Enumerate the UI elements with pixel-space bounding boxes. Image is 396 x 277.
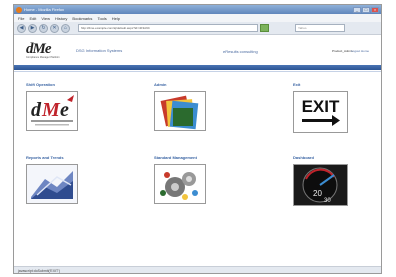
people-gears-icon[interactable] bbox=[154, 164, 206, 204]
go-button[interactable] bbox=[260, 24, 269, 32]
company-name: DSG Information Systems bbox=[76, 47, 123, 53]
menu-tools[interactable]: Tools bbox=[97, 16, 106, 21]
tile-standard-management[interactable]: Standard Management bbox=[154, 155, 214, 204]
forward-icon[interactable]: ▶ bbox=[28, 23, 37, 33]
firefox-icon bbox=[16, 6, 22, 13]
tile-label: Reports and Trends bbox=[26, 155, 64, 160]
window-title: Home - Mozilla Firefox bbox=[24, 7, 65, 12]
menu-bookmarks[interactable]: Bookmarks bbox=[72, 16, 92, 21]
menu-help[interactable]: Help bbox=[112, 16, 120, 21]
browser-window: Home - Mozilla Firefox _ □ × File Edit V… bbox=[13, 4, 382, 274]
tile-label: Standard Management bbox=[154, 155, 197, 160]
chart-icon[interactable] bbox=[26, 164, 78, 204]
tile-label: Shift Operation bbox=[26, 82, 55, 87]
back-icon[interactable]: ◀ bbox=[17, 23, 26, 33]
header-divider bbox=[14, 65, 381, 70]
speedometer-icon[interactable]: 20 30 bbox=[293, 164, 348, 206]
tile-label: Exit bbox=[293, 82, 301, 87]
search-input[interactable]: Yahoo bbox=[295, 24, 345, 32]
menu-bar: File Edit View History Bookmarks Tools H… bbox=[14, 14, 381, 22]
maximize-button[interactable]: □ bbox=[362, 6, 370, 13]
user-name: Product_Admin bbox=[332, 49, 353, 53]
menu-edit[interactable]: Edit bbox=[29, 16, 36, 21]
tile-label: Admin bbox=[154, 82, 167, 87]
slogan: eResults consulting bbox=[223, 49, 258, 54]
home-icon[interactable]: ⌂ bbox=[61, 23, 70, 33]
page-content: dMe Compliance Manager Platform DSG Info… bbox=[14, 35, 381, 266]
module-grid: Shift Operation d M e Admin Exit EXIT Re… bbox=[14, 72, 381, 252]
dme-logo-icon[interactable]: d M e bbox=[26, 91, 78, 131]
app-logo[interactable]: dMe Compliance Manager Platform bbox=[26, 40, 64, 59]
logo-mark: dMe bbox=[26, 40, 52, 57]
tile-label: Dashboard bbox=[293, 155, 314, 160]
header-links[interactable]: Logout Home bbox=[351, 49, 369, 53]
reload-icon[interactable]: ↻ bbox=[39, 23, 48, 33]
menu-view[interactable]: View bbox=[41, 16, 50, 21]
stop-icon[interactable]: ✕ bbox=[50, 23, 59, 33]
tile-shift-operation[interactable]: Shift Operation d M e bbox=[26, 82, 86, 131]
logo-tagline: Compliance Manager Platform bbox=[26, 55, 60, 59]
tile-dashboard[interactable]: Dashboard 20 30 bbox=[293, 155, 353, 206]
status-bar: javascript:doSubmit('EXIT') bbox=[14, 266, 381, 273]
close-button[interactable]: × bbox=[371, 6, 379, 13]
menu-file[interactable]: File bbox=[18, 16, 24, 21]
nav-toolbar: ◀ ▶ ↻ ✕ ⌂ http://dme.example.com/iq/defa… bbox=[14, 22, 381, 35]
svg-text:e: e bbox=[60, 99, 69, 121]
exit-text: EXIT bbox=[302, 97, 340, 116]
minimize-button[interactable]: _ bbox=[353, 6, 361, 13]
app-header: dMe Compliance Manager Platform DSG Info… bbox=[14, 35, 381, 65]
exit-sign-icon[interactable]: EXIT bbox=[293, 91, 348, 133]
tile-exit[interactable]: Exit EXIT bbox=[293, 82, 353, 133]
tile-reports-and-trends[interactable]: Reports and Trends bbox=[26, 155, 86, 204]
svg-text:M: M bbox=[41, 99, 61, 121]
title-bar: Home - Mozilla Firefox _ □ × bbox=[14, 5, 381, 14]
address-bar[interactable]: http://dme.example.com/iq/default.aspx?i… bbox=[78, 24, 258, 32]
svg-text:d: d bbox=[31, 99, 42, 121]
menu-history[interactable]: History bbox=[55, 16, 67, 21]
tile-admin[interactable]: Admin bbox=[154, 82, 214, 131]
gauge-label-30: 30 bbox=[324, 198, 331, 204]
gauge-label-20: 20 bbox=[313, 189, 322, 198]
folders-icon[interactable] bbox=[154, 91, 206, 131]
